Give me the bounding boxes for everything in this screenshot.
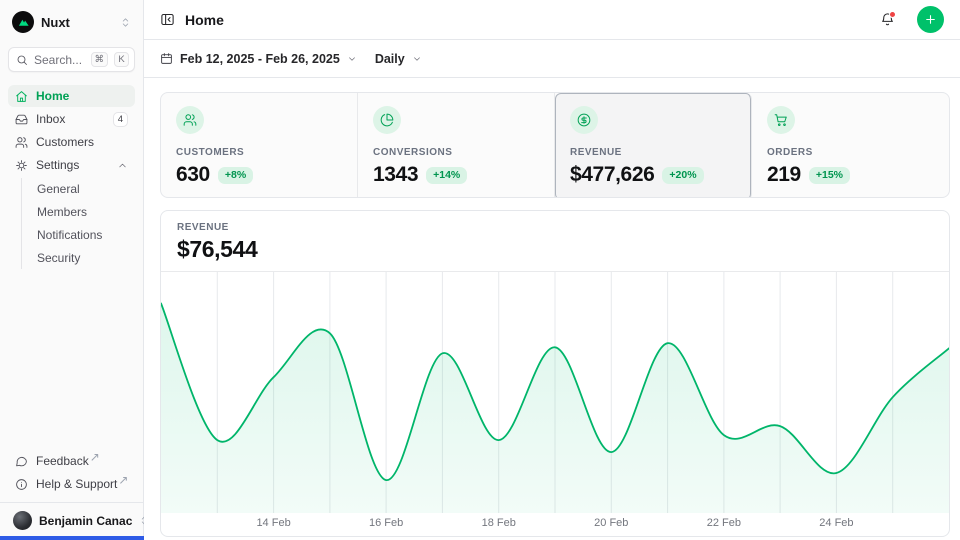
stat-card-orders[interactable]: ORDERS 219 +15%	[752, 93, 949, 198]
sidebar-item-general[interactable]: General	[33, 178, 135, 200]
sidebar-item-home[interactable]: Home	[8, 85, 135, 107]
stat-delta-badge: +15%	[809, 167, 850, 184]
sidebar-item-label: Settings	[36, 158, 109, 172]
collapse-sidebar-button[interactable]	[160, 12, 175, 27]
x-axis-tick-label: 24 Feb	[819, 517, 853, 529]
stat-label: REVENUE	[570, 147, 736, 158]
help-support-link[interactable]: Help & Support↗	[8, 473, 135, 495]
external-link-icon: ↗	[118, 473, 128, 487]
dollar-icon	[570, 106, 598, 134]
notifications-button[interactable]	[880, 12, 895, 27]
info-circle-icon	[15, 478, 28, 491]
sidebar: Nuxt Search... ⌘ K Home Inbox 4	[0, 0, 144, 540]
home-icon	[15, 90, 28, 103]
sidebar-item-customers[interactable]: Customers	[8, 131, 135, 153]
sidebar-item-label: Home	[36, 89, 128, 103]
cart-icon	[767, 106, 795, 134]
sidebar-item-settings[interactable]: Settings	[8, 154, 135, 176]
sidebar-footer-nav: Feedback↗ Help & Support↗	[8, 450, 135, 495]
x-axis-tick-label: 20 Feb	[594, 517, 628, 529]
page-title: Home	[185, 12, 870, 28]
footer-link-label: Feedback↗	[36, 454, 128, 468]
stats-row: CUSTOMERS 630 +8% CONVERSIONS 1343 +14%	[160, 92, 950, 198]
stat-value: 219	[767, 163, 801, 187]
calendar-icon	[160, 52, 173, 65]
chart-canvas	[161, 272, 949, 513]
inbox-count-badge: 4	[113, 112, 128, 127]
sidebar-item-inbox[interactable]: Inbox 4	[8, 108, 135, 130]
user-menu[interactable]: Benjamin Canac	[8, 503, 135, 532]
stat-value: 1343	[373, 163, 418, 187]
footer-link-label: Help & Support↗	[36, 477, 128, 491]
users-icon	[15, 136, 28, 149]
search-placeholder: Search...	[34, 53, 85, 67]
feedback-link[interactable]: Feedback↗	[8, 450, 135, 472]
sidebar-nav: Home Inbox 4 Customers Settings Genera	[8, 85, 135, 269]
workspace-name: Nuxt	[41, 15, 113, 30]
kbd-k: K	[114, 52, 129, 67]
stat-value: $477,626	[570, 163, 654, 187]
period-value: Daily	[375, 52, 405, 66]
chart-pie-icon	[373, 106, 401, 134]
add-button[interactable]	[917, 6, 944, 33]
sidebar-item-notifications[interactable]: Notifications	[33, 224, 135, 246]
x-axis-tick-label: 14 Feb	[256, 517, 290, 529]
kbd-cmd: ⌘	[91, 52, 109, 67]
stat-card-customers[interactable]: CUSTOMERS 630 +8%	[161, 93, 358, 198]
stat-label: CUSTOMERS	[176, 147, 342, 158]
avatar	[13, 511, 32, 530]
workspace-switcher[interactable]: Nuxt	[8, 9, 135, 35]
chart-header: REVENUE $76,544	[161, 211, 949, 272]
chart-metric-label: REVENUE	[177, 222, 933, 233]
notification-dot	[889, 11, 896, 18]
stat-value: 630	[176, 163, 210, 187]
settings-subnav: General Members Notifications Security	[21, 178, 135, 269]
chevrons-up-down-icon	[120, 17, 131, 28]
sidebar-item-label: Customers	[36, 135, 128, 149]
chevron-up-icon	[117, 160, 128, 171]
bottom-accent-strip	[0, 536, 152, 540]
stat-delta-badge: +14%	[426, 167, 467, 184]
chart-metric-value: $76,544	[177, 236, 933, 263]
stat-label: CONVERSIONS	[373, 147, 539, 158]
x-axis-tick-label: 22 Feb	[707, 517, 741, 529]
search-icon	[16, 54, 28, 66]
search-input[interactable]: Search... ⌘ K	[8, 47, 135, 72]
date-range-value: Feb 12, 2025 - Feb 26, 2025	[180, 52, 340, 66]
sidebar-item-members[interactable]: Members	[33, 201, 135, 223]
x-axis-tick-label: 18 Feb	[482, 517, 516, 529]
user-name: Benjamin Canac	[39, 514, 132, 528]
sidebar-item-security[interactable]: Security	[33, 247, 135, 269]
chevron-down-icon	[412, 54, 422, 64]
gear-icon	[15, 159, 28, 172]
revenue-chart-card: REVENUE $76,544 14 Feb 16 Feb 18 Feb 20 Feb…	[160, 210, 950, 537]
main-area: Home Feb 12, 2025 - Feb 26, 2025 Daily	[144, 0, 960, 540]
content: CUSTOMERS 630 +8% CONVERSIONS 1343 +14%	[144, 78, 960, 537]
users-icon	[176, 106, 204, 134]
stat-delta-badge: +8%	[218, 167, 253, 184]
message-circle-icon	[15, 455, 28, 468]
stat-card-revenue[interactable]: REVENUE $477,626 +20%	[555, 93, 752, 198]
date-range-picker[interactable]: Feb 12, 2025 - Feb 26, 2025	[160, 52, 357, 66]
stat-card-conversions[interactable]: CONVERSIONS 1343 +14%	[358, 93, 555, 198]
x-axis-tick-label: 16 Feb	[369, 517, 403, 529]
inbox-icon	[15, 113, 28, 126]
external-link-icon: ↗	[90, 450, 100, 464]
nuxt-logo-icon	[12, 11, 34, 33]
revenue-area-chart[interactable]	[161, 272, 949, 513]
filters-toolbar: Feb 12, 2025 - Feb 26, 2025 Daily	[144, 40, 960, 78]
sidebar-item-label: Inbox	[36, 112, 105, 126]
stat-label: ORDERS	[767, 147, 934, 158]
page-header: Home	[144, 0, 960, 40]
chart-x-axis: 14 Feb 16 Feb 18 Feb 20 Feb 22 Feb 24 Feb	[161, 513, 949, 535]
stat-delta-badge: +20%	[662, 167, 703, 184]
chevron-down-icon	[347, 54, 357, 64]
period-select[interactable]: Daily	[375, 52, 422, 66]
